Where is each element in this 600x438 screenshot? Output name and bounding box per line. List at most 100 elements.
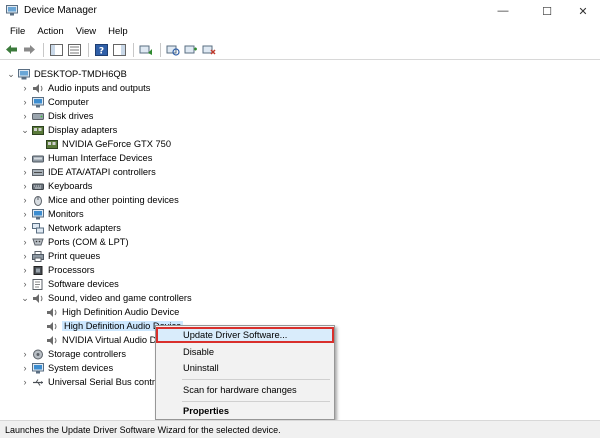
tree-item-hid[interactable]: › Human Interface Devices bbox=[20, 151, 153, 165]
monitor-icon bbox=[32, 96, 44, 107]
status-text: Launches the Update Driver Software Wiza… bbox=[5, 424, 281, 435]
network-adapter-icon bbox=[32, 222, 44, 233]
back-button[interactable] bbox=[3, 42, 19, 58]
device-manager-icon bbox=[6, 5, 18, 16]
chevron-right-icon[interactable]: › bbox=[20, 249, 30, 263]
mouse-icon bbox=[34, 195, 42, 206]
action-pane-icon bbox=[112, 43, 126, 56]
keyboard-icon bbox=[32, 183, 44, 190]
menu-help[interactable]: Help bbox=[102, 26, 134, 37]
close-button[interactable]: ✕ bbox=[566, 0, 600, 22]
scan-hardware-icon bbox=[166, 45, 180, 56]
toolbar: ? bbox=[0, 40, 600, 60]
tree-item-disk-drives[interactable]: › Disk drives bbox=[20, 109, 94, 123]
uninstall-device-icon bbox=[202, 45, 216, 55]
tree-item-network-adapters[interactable]: › Network adapters bbox=[20, 221, 121, 235]
minimize-button[interactable]: — bbox=[486, 0, 520, 22]
chevron-down-icon[interactable]: ⌄ bbox=[20, 123, 30, 137]
chevron-right-icon[interactable]: › bbox=[20, 151, 30, 165]
context-menu: Update Driver Software... Disable Uninst… bbox=[155, 325, 335, 420]
menu-file[interactable]: File bbox=[4, 26, 31, 37]
menu-separator bbox=[182, 379, 330, 380]
tree-item-label: Computer bbox=[48, 97, 89, 107]
tree-item-label: NVIDIA GeForce GTX 750 bbox=[62, 139, 172, 149]
properties-menu-item[interactable]: Properties bbox=[156, 403, 334, 419]
scan-for-hardware-changes-menu-item[interactable]: Scan for hardware changes bbox=[156, 382, 334, 398]
update-driver-icon bbox=[139, 45, 152, 55]
toolbar-separator bbox=[133, 42, 134, 57]
menu-view[interactable]: View bbox=[70, 26, 102, 37]
tree-root-label: DESKTOP-TMDH6QB bbox=[34, 69, 127, 79]
chevron-right-icon[interactable]: › bbox=[20, 235, 30, 249]
maximize-button[interactable]: ☐ bbox=[530, 0, 564, 22]
tree-item-audio-inputs[interactable]: › Audio inputs and outputs bbox=[20, 81, 151, 95]
tree-item-label: Audio inputs and outputs bbox=[48, 83, 151, 93]
tree-item-software-devices[interactable]: › Software devices bbox=[20, 277, 119, 291]
chevron-right-icon[interactable]: › bbox=[20, 109, 30, 123]
chevron-right-icon[interactable]: › bbox=[20, 95, 30, 109]
help-button[interactable]: ? bbox=[93, 42, 109, 58]
update-driver-software-menu-item[interactable]: Update Driver Software... bbox=[156, 327, 334, 343]
uninstall-device-button[interactable] bbox=[201, 42, 217, 58]
tree-item-display-adapters[interactable]: ⌄ Display adapters bbox=[20, 123, 117, 137]
usb-icon bbox=[33, 378, 43, 386]
tree-item-system-devices[interactable]: › System devices bbox=[20, 361, 113, 375]
tree-item-label: Keyboards bbox=[48, 181, 93, 191]
update-driver-button[interactable] bbox=[138, 42, 154, 58]
show-hide-console-tree-icon bbox=[49, 43, 63, 56]
add-legacy-hardware-button[interactable] bbox=[183, 42, 199, 58]
tree-item-usb-controllers[interactable]: › Universal Serial Bus controllers bbox=[20, 375, 178, 389]
ide-controller-icon bbox=[32, 168, 44, 176]
storage-controller-icon bbox=[33, 349, 43, 359]
forward-button[interactable] bbox=[21, 42, 37, 58]
menu-separator bbox=[182, 401, 330, 402]
chevron-right-icon[interactable]: › bbox=[20, 221, 30, 235]
tree-item-ide-controllers[interactable]: › IDE ATA/ATAPI controllers bbox=[20, 165, 156, 179]
software-device-icon bbox=[32, 278, 43, 290]
tree-item-computer[interactable]: › Computer bbox=[20, 95, 89, 109]
hid-icon bbox=[32, 155, 44, 162]
chevron-right-icon[interactable]: › bbox=[20, 193, 30, 207]
tree-root[interactable]: ⌄ DESKTOP-TMDH6QB bbox=[6, 67, 127, 81]
tree-item-processors[interactable]: › Processors bbox=[20, 263, 95, 277]
system-device-icon bbox=[32, 362, 44, 373]
chevron-right-icon[interactable]: › bbox=[20, 207, 30, 221]
status-bar: Launches the Update Driver Software Wiza… bbox=[0, 420, 600, 438]
tree-item-hd-audio-1[interactable]: High Definition Audio Device bbox=[34, 305, 179, 319]
tree-item-sound-video-game[interactable]: ⌄ Sound, video and game controllers bbox=[20, 291, 191, 305]
tree-item-keyboards[interactable]: › Keyboards bbox=[20, 179, 93, 193]
tree-item-label: Software devices bbox=[48, 279, 119, 289]
chevron-right-icon[interactable]: › bbox=[20, 361, 30, 375]
action-pane-button[interactable] bbox=[111, 42, 127, 58]
display-adapter-icon bbox=[46, 139, 58, 149]
chevron-right-icon[interactable]: › bbox=[20, 375, 30, 389]
disk-drive-icon bbox=[32, 112, 44, 120]
tree-item-mice[interactable]: › Mice and other pointing devices bbox=[20, 193, 179, 207]
chevron-right-icon[interactable]: › bbox=[20, 179, 30, 193]
chevron-down-icon[interactable]: ⌄ bbox=[6, 67, 16, 81]
chevron-down-icon[interactable]: ⌄ bbox=[20, 291, 30, 305]
chevron-right-icon[interactable]: › bbox=[20, 263, 30, 277]
uninstall-menu-item[interactable]: Uninstall bbox=[156, 360, 334, 376]
chevron-right-icon[interactable]: › bbox=[20, 81, 30, 95]
menu-action[interactable]: Action bbox=[31, 26, 69, 37]
properties-button[interactable] bbox=[66, 42, 82, 58]
tree-item-monitors[interactable]: › Monitors bbox=[20, 207, 84, 221]
tree-item-storage-controllers[interactable]: › Storage controllers bbox=[20, 347, 126, 361]
scan-hardware-button[interactable] bbox=[165, 42, 181, 58]
disable-menu-item[interactable]: Disable bbox=[156, 344, 334, 360]
chevron-right-icon[interactable]: › bbox=[20, 165, 30, 179]
chevron-right-icon[interactable]: › bbox=[20, 277, 30, 291]
toolbar-separator bbox=[88, 42, 89, 57]
printer-icon bbox=[32, 250, 44, 262]
tree-item-print-queues[interactable]: › Print queues bbox=[20, 249, 100, 263]
tree-item-nvidia-geforce[interactable]: NVIDIA GeForce GTX 750 bbox=[34, 137, 171, 151]
show-hide-console-tree-button[interactable] bbox=[48, 42, 64, 58]
chevron-right-icon[interactable]: › bbox=[20, 347, 30, 361]
tree-item-label: High Definition Audio Device bbox=[62, 307, 180, 317]
tree-item-ports[interactable]: › Ports (COM & LPT) bbox=[20, 235, 129, 249]
